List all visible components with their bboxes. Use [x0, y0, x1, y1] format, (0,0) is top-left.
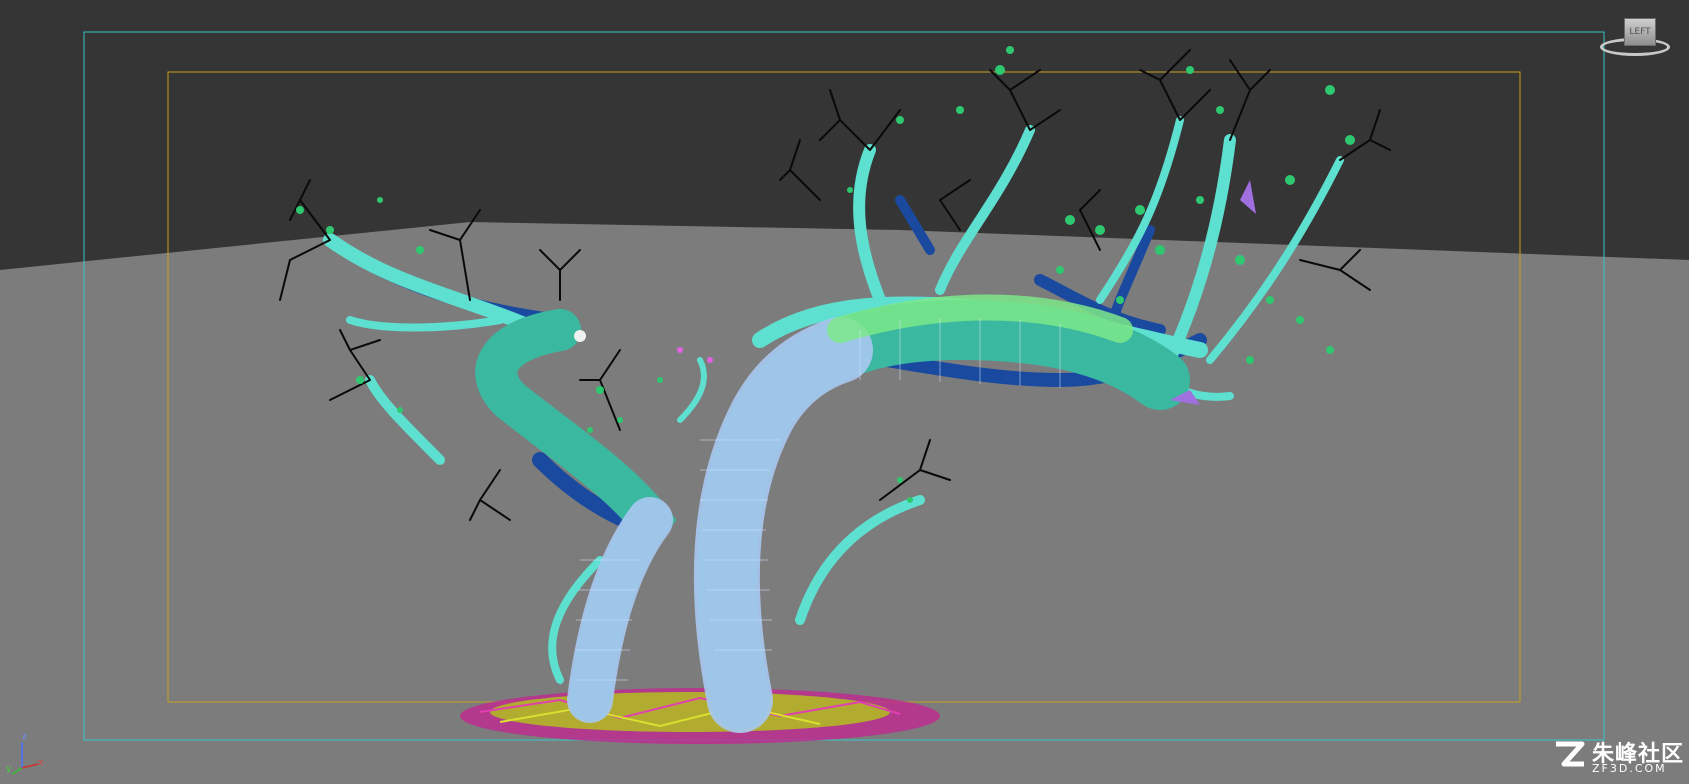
ground-cover — [460, 688, 940, 744]
viewcube-icon[interactable]: LEFT — [1624, 18, 1656, 46]
viewcube[interactable]: LEFT — [1598, 14, 1674, 62]
scene-canvas[interactable] — [0, 0, 1689, 784]
axis-tripod: z y x — [6, 732, 46, 776]
perspective-viewport[interactable]: LEFT z y x 朱峰社区 ZF3D.COM — [0, 0, 1689, 784]
watermark-url: ZF3D.COM — [1592, 762, 1667, 775]
zf3d-logo-icon — [1556, 741, 1585, 767]
watermark: 朱峰社区 ZF3D.COM — [1552, 736, 1683, 778]
axis-z-label: z — [22, 732, 27, 742]
axis-y-label: y — [6, 764, 12, 774]
axis-x-label: x — [38, 758, 44, 768]
